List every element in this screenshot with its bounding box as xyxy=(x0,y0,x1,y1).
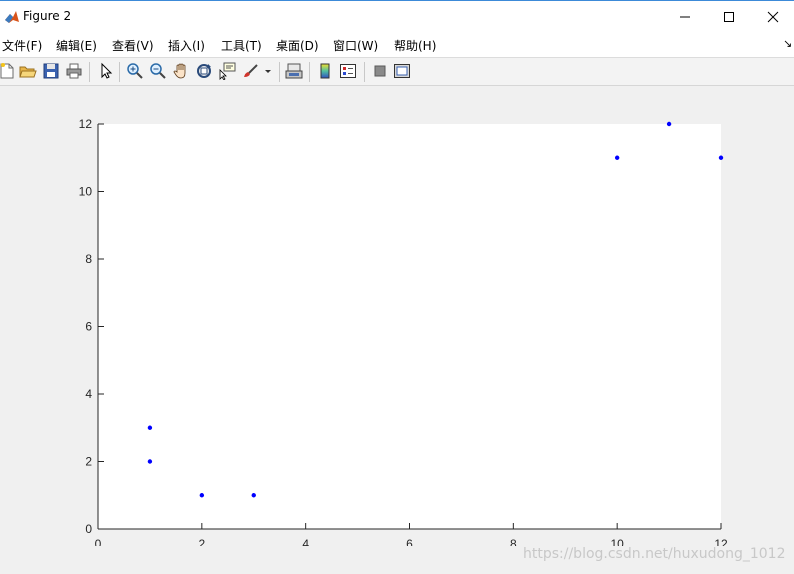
x-tick-label: 6 xyxy=(406,537,413,546)
toolbar-separator xyxy=(119,62,120,82)
title-bar: Figure 2 xyxy=(0,0,794,32)
data-point xyxy=(251,493,256,498)
y-tick-label: 8 xyxy=(85,252,92,266)
zoom-out-icon[interactable] xyxy=(149,62,167,80)
show-plot-tools-icon[interactable] xyxy=(393,62,411,80)
rotate-3d-icon[interactable] xyxy=(195,62,213,80)
close-button[interactable] xyxy=(750,1,794,32)
y-tick-label: 12 xyxy=(79,117,93,131)
menu-desktop[interactable]: 桌面(D) xyxy=(276,37,319,54)
window-title: Figure 2 xyxy=(23,9,72,23)
pan-icon[interactable] xyxy=(172,62,190,80)
x-tick-label: 8 xyxy=(510,537,517,546)
new-figure-icon[interactable] xyxy=(0,62,16,80)
data-point xyxy=(614,155,620,160)
data-point xyxy=(666,121,672,127)
zoom-in-icon[interactable] xyxy=(126,62,144,80)
pointer-icon[interactable] xyxy=(97,62,115,80)
y-tick-label: 2 xyxy=(85,455,92,469)
y-tick-label: 6 xyxy=(85,320,92,334)
x-tick-label: 0 xyxy=(95,537,102,546)
menu-edit[interactable]: 编辑(E) xyxy=(56,37,97,54)
y-tick-label: 0 xyxy=(85,522,92,536)
data-cursor-icon[interactable] xyxy=(218,62,236,80)
dock-arrow-icon[interactable]: ↘ xyxy=(783,37,792,50)
x-tick-label: 2 xyxy=(198,537,205,546)
menu-bar: 文件(F) 编辑(E) 查看(V) 插入(I) 工具(T) 桌面(D) 窗口(W… xyxy=(0,32,794,58)
matlab-icon[interactable] xyxy=(4,9,20,25)
colorbar-icon[interactable] xyxy=(316,62,334,80)
menu-insert[interactable]: 插入(I) xyxy=(168,37,205,54)
dropdown-arrow-icon[interactable] xyxy=(264,62,272,80)
maximize-icon xyxy=(724,12,734,22)
data-point xyxy=(718,155,724,160)
menu-help[interactable]: 帮助(H) xyxy=(394,37,436,54)
legend-icon[interactable] xyxy=(339,62,357,80)
y-tick-label: 10 xyxy=(79,185,93,199)
data-point xyxy=(199,493,205,498)
maximize-button[interactable] xyxy=(706,1,752,32)
watermark: https://blog.csdn.net/huxudong_1012 xyxy=(523,546,786,562)
toolbar-separator xyxy=(364,62,365,82)
open-file-icon[interactable] xyxy=(19,62,37,80)
menu-view[interactable]: 查看(V) xyxy=(112,37,154,54)
link-plot-icon[interactable] xyxy=(285,62,303,80)
x-tick-label: 4 xyxy=(302,537,309,546)
brush-icon[interactable] xyxy=(242,62,260,80)
minimize-icon xyxy=(680,16,690,18)
toolbar-separator xyxy=(309,62,310,82)
print-icon[interactable] xyxy=(65,62,83,80)
save-icon[interactable] xyxy=(42,62,60,80)
data-point xyxy=(147,459,153,464)
toolbar-separator xyxy=(279,62,280,82)
scatter-plot[interactable]: 0 2 4 6 8 10 12 0 2 4 6 8 10 12 xyxy=(0,86,794,546)
axes-background[interactable] xyxy=(98,124,721,529)
minimize-button[interactable] xyxy=(662,1,708,32)
y-tick-label: 4 xyxy=(85,387,92,401)
close-icon xyxy=(767,11,779,23)
toolbar xyxy=(0,58,794,86)
menu-window[interactable]: 窗口(W) xyxy=(333,37,378,54)
hide-plot-tools-icon[interactable] xyxy=(371,62,389,80)
data-point xyxy=(147,425,153,430)
x-tick-label: 12 xyxy=(714,537,728,546)
toolbar-separator xyxy=(89,62,90,82)
menu-tools[interactable]: 工具(T) xyxy=(221,37,262,54)
menu-file[interactable]: 文件(F) xyxy=(2,37,42,54)
x-tick-label: 10 xyxy=(610,537,624,546)
